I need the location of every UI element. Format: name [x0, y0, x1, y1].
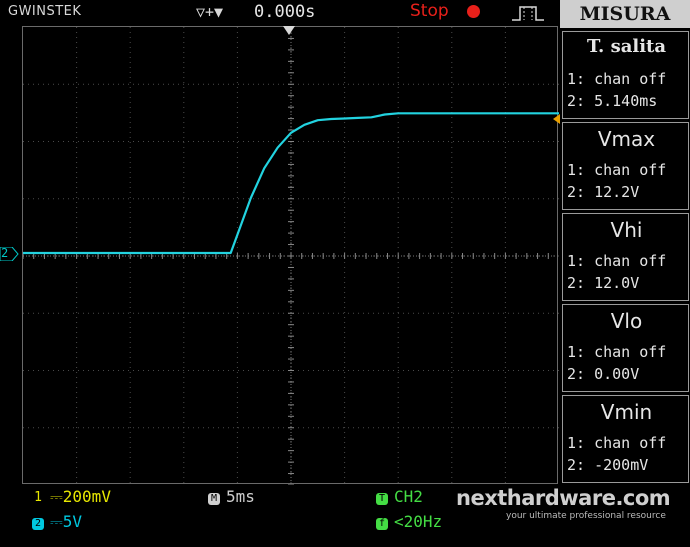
trigger-position-icon: ▽+▼	[196, 3, 224, 21]
measurement-ch1: 1: chan off	[567, 434, 667, 452]
measurement-rise-time[interactable]: T. salita 1: chan off 2: 5.140ms	[562, 31, 689, 119]
ch1-badge: 1	[34, 490, 42, 505]
measurement-panel: MISURA T. salita 1: chan off 2: 5.140ms …	[560, 0, 690, 484]
measurement-name: Vmin	[600, 400, 653, 424]
measurement-ch2: 2: 12.2V	[567, 183, 640, 201]
trigger-frequency-value: <20Hz	[394, 512, 443, 531]
trigger-badge: T	[376, 493, 388, 505]
measurement-name: Vlo	[610, 309, 643, 333]
edge-trigger-icon	[512, 6, 544, 21]
status-bar: GWINSTEK ▽+▼ 0.000s Stop	[0, 0, 560, 26]
watermark-logo: nexthardware.com your ultimate professio…	[456, 484, 681, 544]
brand-logo: GWINSTEK	[8, 4, 82, 19]
measurement-ch2: 2: -200mV	[567, 456, 649, 474]
waveform-display[interactable]	[22, 26, 559, 485]
horizontal-offset: 0.000s	[254, 2, 316, 22]
watermark-subtitle: your ultimate professional resource	[506, 511, 666, 521]
measurement-ch2: 2: 0.00V	[567, 365, 640, 383]
ch1-scale[interactable]: 1 ⎓200mV	[32, 487, 111, 507]
timebase-badge: M	[208, 493, 220, 505]
measurement-vmin[interactable]: Vmin 1: chan off 2: -200mV	[562, 395, 689, 483]
measurement-ch1: 1: chan off	[567, 161, 667, 179]
measurement-ch1: 1: chan off	[567, 252, 667, 270]
timebase-value: 5ms	[226, 487, 255, 506]
graticule	[23, 27, 559, 485]
measurement-ch1: 1: chan off	[567, 70, 667, 88]
measurement-ch2: 2: 12.0V	[567, 274, 640, 292]
measurement-ch1: 1: chan off	[567, 343, 667, 361]
stop-dot-icon	[467, 5, 480, 18]
measurement-vmax[interactable]: Vmax 1: chan off 2: 12.2V	[562, 122, 689, 210]
run-state-label: Stop	[410, 1, 449, 21]
dc-coupling-icon: ⎓	[50, 487, 63, 506]
trigger-position-marker[interactable]	[283, 26, 295, 35]
trigger-level-marker[interactable]	[553, 114, 560, 124]
panel-title[interactable]: MISURA	[560, 0, 690, 28]
ch2-badge: 2	[32, 518, 44, 530]
watermark-title: nexthardware.com	[456, 486, 671, 510]
ch1-scale-value: 200mV	[62, 487, 111, 506]
dc-coupling-icon: ⎓	[50, 512, 63, 531]
measurement-ch2: 2: 5.140ms	[567, 92, 658, 110]
ch2-ground-marker[interactable]: 2	[0, 246, 20, 262]
measurement-name: Vmax	[597, 127, 656, 151]
measurement-vlo[interactable]: Vlo 1: chan off 2: 0.00V	[562, 304, 689, 392]
frequency-badge: f	[376, 518, 388, 530]
trigger-source[interactable]: T CH2	[376, 487, 423, 506]
trigger-frequency[interactable]: f <20Hz	[376, 512, 442, 531]
measurement-name: T. salita	[586, 36, 667, 57]
timebase[interactable]: M 5ms	[208, 487, 255, 506]
trigger-source-value: CH2	[394, 487, 423, 506]
ch2-scale[interactable]: 2 ⎓5V	[32, 512, 82, 532]
measurement-name: Vhi	[610, 218, 643, 242]
measurement-vhi[interactable]: Vhi 1: chan off 2: 12.0V	[562, 213, 689, 301]
ch2-scale-value: 5V	[62, 512, 83, 531]
